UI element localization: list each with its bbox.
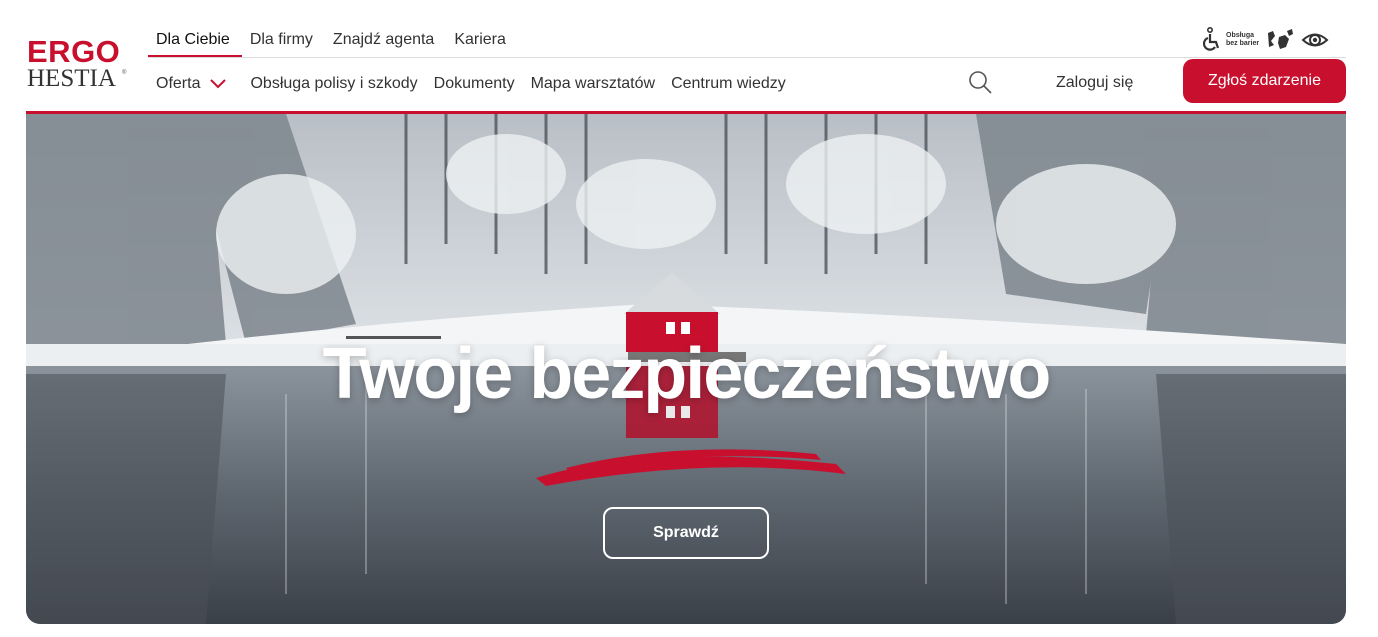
barrier-free-line1: Obsługa [1226, 32, 1255, 39]
menu-mapa-warsztatow[interactable]: Mapa warsztatów [523, 64, 664, 104]
tab-kariera[interactable]: Kariera [446, 24, 518, 58]
logo-hestia: HESTIA [27, 65, 116, 92]
eye-icon[interactable] [1301, 29, 1329, 51]
wheelchair-icon [1203, 27, 1220, 51]
sign-language-icon[interactable] [1265, 27, 1295, 53]
menu-dokumenty[interactable]: Dokumenty [426, 64, 523, 104]
audience-nav: Dla Ciebie Dla firmy Znajdź agenta Karie… [148, 24, 518, 58]
menu-centrum-wiedzy[interactable]: Centrum wiedzy [663, 64, 794, 104]
report-incident-button[interactable]: Zgłoś zdarzenie [1183, 59, 1346, 103]
tab-dla-ciebie[interactable]: Dla Ciebie [148, 24, 242, 58]
login-link[interactable]: Zaloguj się [1056, 72, 1133, 94]
search-icon[interactable] [966, 69, 994, 97]
ergo-hestia-logo[interactable]: ERGO HESTIA ® [27, 36, 127, 94]
chevron-down-icon [210, 79, 227, 89]
brush-stroke-decoration [536, 449, 846, 486]
hero-title: Twoje bezpieczeństwo [322, 334, 1052, 414]
menu-oferta-label: Oferta [156, 75, 201, 92]
tab-dla-firmy[interactable]: Dla firmy [242, 24, 325, 58]
menu-oferta[interactable]: Oferta [148, 64, 242, 104]
accessibility-tools: Obsługa bez barier [1203, 24, 1329, 56]
main-menu: Oferta Obsługa polisy i szkody Dokumenty… [148, 64, 794, 104]
hero-banner: Twoje bezpieczeństwo Sprawdź [26, 114, 1346, 624]
menu-obsluga-polisy[interactable]: Obsługa polisy i szkody [242, 64, 425, 104]
nav-divider [148, 57, 1346, 58]
logo-ergo: ERGO [27, 34, 121, 69]
logo-registered-mark: ® [122, 70, 127, 76]
barrier-free-line2: bez barier [1226, 40, 1260, 47]
hero-cta-button[interactable]: Sprawdź [603, 507, 769, 559]
tab-znajdz-agenta[interactable]: Znajdź agenta [325, 24, 446, 58]
barrier-free-link[interactable]: Obsługa bez barier [1203, 27, 1259, 53]
